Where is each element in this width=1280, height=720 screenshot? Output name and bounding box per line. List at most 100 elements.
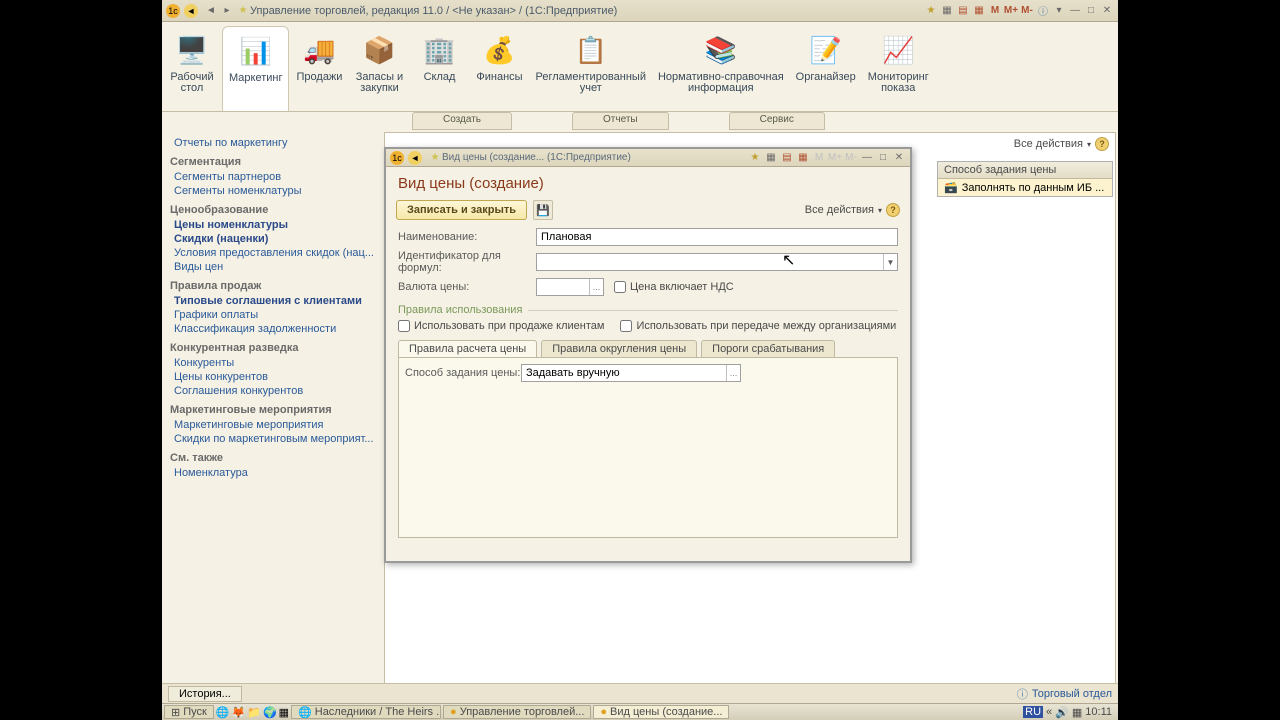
tab-thresholds[interactable]: Пороги срабатывания xyxy=(701,340,835,357)
ribbon-warehouse[interactable]: 🏢Склад xyxy=(409,26,469,111)
sidebar: Отчеты по маркетингу СегментацияСегменты… xyxy=(162,130,382,720)
lang-indicator[interactable]: RU xyxy=(1023,706,1043,718)
sidebar-link[interactable]: Маркетинговые мероприятия xyxy=(166,418,378,432)
transfer-checkbox[interactable] xyxy=(620,320,632,332)
ribbon-desktop[interactable]: 🖥️Рабочийстол xyxy=(162,26,222,111)
quicklaunch-chrome-icon[interactable]: 🌐 xyxy=(216,706,230,719)
tab-create[interactable]: Создать xyxy=(412,112,512,130)
currency-combo[interactable]: … xyxy=(536,278,604,296)
sidebar-top-link[interactable]: Отчеты по маркетингу xyxy=(166,136,378,150)
ribbon-monitor[interactable]: 📈Мониторингпоказа xyxy=(862,26,935,111)
save-button[interactable]: 💾 xyxy=(533,200,553,220)
formula-combo[interactable]: ▼ xyxy=(536,253,898,271)
star-icon[interactable]: ★ xyxy=(236,4,250,18)
close-icon[interactable]: ✕ xyxy=(1100,4,1114,18)
maximize-icon[interactable]: □ xyxy=(876,151,890,165)
name-input[interactable] xyxy=(536,228,898,246)
tab-service[interactable]: Сервис xyxy=(729,112,825,130)
taskbar-item-2[interactable]: ●Управление торговлей... xyxy=(443,705,591,719)
quicklaunch-app-icon[interactable]: ▦ xyxy=(279,706,289,719)
help-icon[interactable]: ? xyxy=(886,203,900,217)
quicklaunch-totalcmd-icon[interactable]: 📁 xyxy=(247,706,261,719)
favorite-icon[interactable]: ★ xyxy=(748,151,762,165)
ribbon-reg[interactable]: 📋Регламентированныйучет xyxy=(529,26,652,111)
sidebar-link[interactable]: Виды цен xyxy=(166,260,378,274)
all-actions-button[interactable]: Все действия xyxy=(1014,138,1083,150)
dropdown-icon[interactable]: ▾ xyxy=(878,206,882,215)
sidebar-link[interactable]: Условия предоставления скидок (нац... xyxy=(166,246,378,260)
history-button[interactable]: История... xyxy=(168,686,242,702)
tray-expand-icon[interactable]: « xyxy=(1046,706,1052,718)
sidebar-link[interactable]: Скидки по маркетинговым мероприят... xyxy=(166,432,378,446)
method-combo[interactable]: Задавать вручную … xyxy=(521,364,741,382)
m-minus-icon[interactable]: M- xyxy=(844,151,858,165)
calc-icon[interactable]: ▤ xyxy=(780,151,794,165)
favorite-icon[interactable]: ★ xyxy=(924,4,938,18)
grid-icon[interactable]: ▦ xyxy=(972,4,986,18)
ellipsis-icon[interactable]: … xyxy=(589,279,603,295)
ribbon-marketing[interactable]: 📊Маркетинг xyxy=(222,26,289,111)
tab-reports[interactable]: Отчеты xyxy=(572,112,669,130)
sidebar-link[interactable]: Скидки (наценки) xyxy=(166,232,378,246)
clock[interactable]: 10:11 xyxy=(1085,706,1112,718)
tray-volume-icon[interactable]: 🔊 xyxy=(1055,706,1069,719)
nav-next-icon[interactable]: ▸ xyxy=(220,4,234,18)
sidebar-link[interactable]: Сегменты партнеров xyxy=(166,170,378,184)
finance-icon: 💰 xyxy=(479,30,519,70)
sidebar-link[interactable]: Сегменты номенклатуры xyxy=(166,184,378,198)
back-icon[interactable]: ◄ xyxy=(184,4,198,18)
tab-round-rules[interactable]: Правила округления цены xyxy=(541,340,697,357)
close-icon[interactable]: ✕ xyxy=(892,151,906,165)
m-plus-icon[interactable]: M+ xyxy=(828,151,842,165)
taskbar-item-3[interactable]: ●Вид цены (создание... xyxy=(593,705,729,719)
ribbon-sales[interactable]: 🚚Продажи xyxy=(289,26,349,111)
quicklaunch-firefox-icon[interactable]: 🦊 xyxy=(232,706,246,719)
windows-icon: ⊞ xyxy=(171,706,180,719)
nav-prev-icon[interactable]: ◄ xyxy=(204,4,218,18)
m-icon[interactable]: M xyxy=(812,151,826,165)
currency-label: Валюта цены: xyxy=(398,281,536,293)
m-plus-icon[interactable]: M+ xyxy=(1004,4,1018,18)
calc-icon[interactable]: ▤ xyxy=(956,4,970,18)
ellipsis-icon[interactable]: … xyxy=(726,365,740,381)
sidebar-link[interactable]: Классификация задолженности xyxy=(166,322,378,336)
help-icon[interactable]: ? xyxy=(1095,137,1109,151)
vat-checkbox[interactable] xyxy=(614,281,626,293)
sidebar-group-header: Ценообразование xyxy=(166,198,378,218)
ribbon-finance[interactable]: 💰Финансы xyxy=(469,26,529,111)
maximize-icon[interactable]: □ xyxy=(1084,4,1098,18)
minimize-icon[interactable]: — xyxy=(1068,4,1082,18)
sidebar-link[interactable]: Цены номенклатуры xyxy=(166,218,378,232)
all-actions-button[interactable]: Все действия xyxy=(805,204,874,216)
sell-checkbox[interactable] xyxy=(398,320,410,332)
tray-app-icon[interactable]: ▦ xyxy=(1072,706,1082,719)
sidebar-link[interactable]: Соглашения конкурентов xyxy=(166,384,378,398)
tab-calc-rules[interactable]: Правила расчета цены xyxy=(398,340,537,357)
method-list-row[interactable]: 🗃️ Заполнять по данным ИБ ... xyxy=(938,179,1112,196)
dropdown-icon[interactable]: ▾ xyxy=(1087,140,1091,149)
calendar-icon[interactable]: ▦ xyxy=(940,4,954,18)
taskbar-item-1[interactable]: 🌐Наследники / The Heirs ... xyxy=(291,705,441,719)
start-button[interactable]: ⊞Пуск xyxy=(164,705,214,719)
save-and-close-button[interactable]: Записать и закрыть xyxy=(396,200,527,220)
m-minus-icon[interactable]: M- xyxy=(1020,4,1034,18)
info-icon[interactable]: ⓘ xyxy=(1036,4,1050,18)
ribbon-ref[interactable]: 📚Нормативно-справочнаяинформация xyxy=(652,26,790,111)
calendar-icon[interactable]: ▦ xyxy=(764,151,778,165)
sidebar-link[interactable]: Графики оплаты xyxy=(166,308,378,322)
back-icon[interactable]: ◄ xyxy=(408,151,422,165)
sidebar-link[interactable]: Типовые соглашения с клиентами xyxy=(166,294,378,308)
chevron-down-icon[interactable]: ▼ xyxy=(883,254,897,270)
sidebar-link[interactable]: Цены конкурентов xyxy=(166,370,378,384)
sidebar-link[interactable]: Номенклатура xyxy=(166,466,378,480)
minimize-icon[interactable]: — xyxy=(860,151,874,165)
ribbon-organizer[interactable]: 📝Органайзер xyxy=(790,26,862,111)
m-icon[interactable]: M xyxy=(988,4,1002,18)
sidebar-link[interactable]: Конкуренты xyxy=(166,356,378,370)
ribbon-stock[interactable]: 📦Запасы изакупки xyxy=(349,26,409,111)
quicklaunch-ie-icon[interactable]: 🌍 xyxy=(263,706,277,719)
method-list: Способ задания цены 🗃️ Заполнять по данн… xyxy=(937,161,1113,197)
dropdown-icon[interactable]: ▾ xyxy=(1052,4,1066,18)
star-icon[interactable]: ★ xyxy=(428,151,442,165)
grid-icon[interactable]: ▦ xyxy=(796,151,810,165)
